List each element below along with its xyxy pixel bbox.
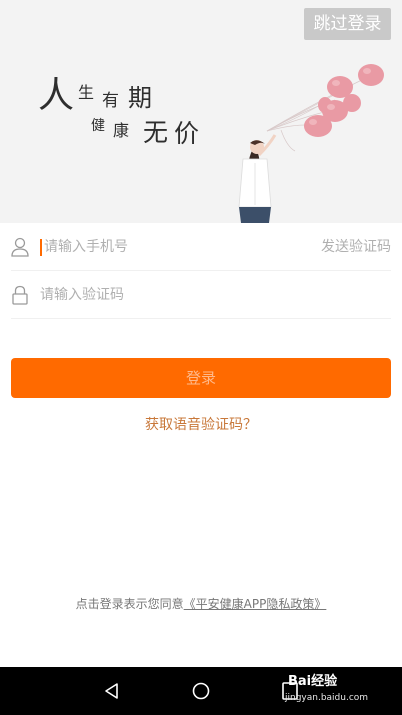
skip-login-button[interactable]: 跳过登录 bbox=[304, 8, 391, 40]
agreement-prefix: 点击登录表示您同意 bbox=[75, 597, 184, 611]
slogan-char: 无 bbox=[143, 118, 169, 147]
slogan-char: 生 bbox=[78, 83, 95, 102]
slogan-char: 有 bbox=[102, 91, 119, 111]
text-cursor bbox=[40, 239, 42, 256]
watermark-title: Bai经验 bbox=[288, 674, 338, 689]
watermark-url: jingyan.baidu.com bbox=[285, 693, 369, 703]
phone-input[interactable]: 请输入手机号 bbox=[44, 223, 128, 271]
slogan-char: 人 bbox=[38, 75, 75, 116]
back-triangle-icon[interactable] bbox=[102, 681, 122, 701]
lock-icon bbox=[12, 285, 28, 305]
login-button[interactable]: 登录 bbox=[11, 358, 391, 398]
login-form: 请输入手机号 发送验证码 请输入验证码 bbox=[0, 223, 402, 319]
voice-code-link[interactable]: 获取语音验证码？ bbox=[0, 414, 402, 434]
slogan-char: 健 bbox=[91, 118, 105, 134]
slogan-char: 康 bbox=[113, 121, 130, 140]
privacy-agreement: 点击登录表示您同意《平安健康APP隐私政策》 bbox=[0, 595, 402, 612]
user-icon bbox=[11, 237, 29, 257]
girl-with-balloons-illustration bbox=[238, 64, 384, 223]
send-code-button[interactable]: 发送验证码 bbox=[321, 223, 391, 271]
phone-row: 请输入手机号 发送验证码 bbox=[11, 223, 391, 271]
system-nav-bar: Bai经验 jingyan.baidu.com bbox=[0, 667, 402, 715]
banner: 跳过登录 人 生 有 期 健 康 无 价 bbox=[0, 0, 402, 223]
privacy-policy-link[interactable]: 《平安健康APP隐私政策》 bbox=[184, 597, 327, 611]
code-row: 请输入验证码 bbox=[11, 271, 391, 319]
verification-code-input[interactable]: 请输入验证码 bbox=[40, 271, 124, 319]
slogan-char: 期 bbox=[128, 84, 152, 112]
home-circle-icon[interactable] bbox=[191, 681, 211, 701]
